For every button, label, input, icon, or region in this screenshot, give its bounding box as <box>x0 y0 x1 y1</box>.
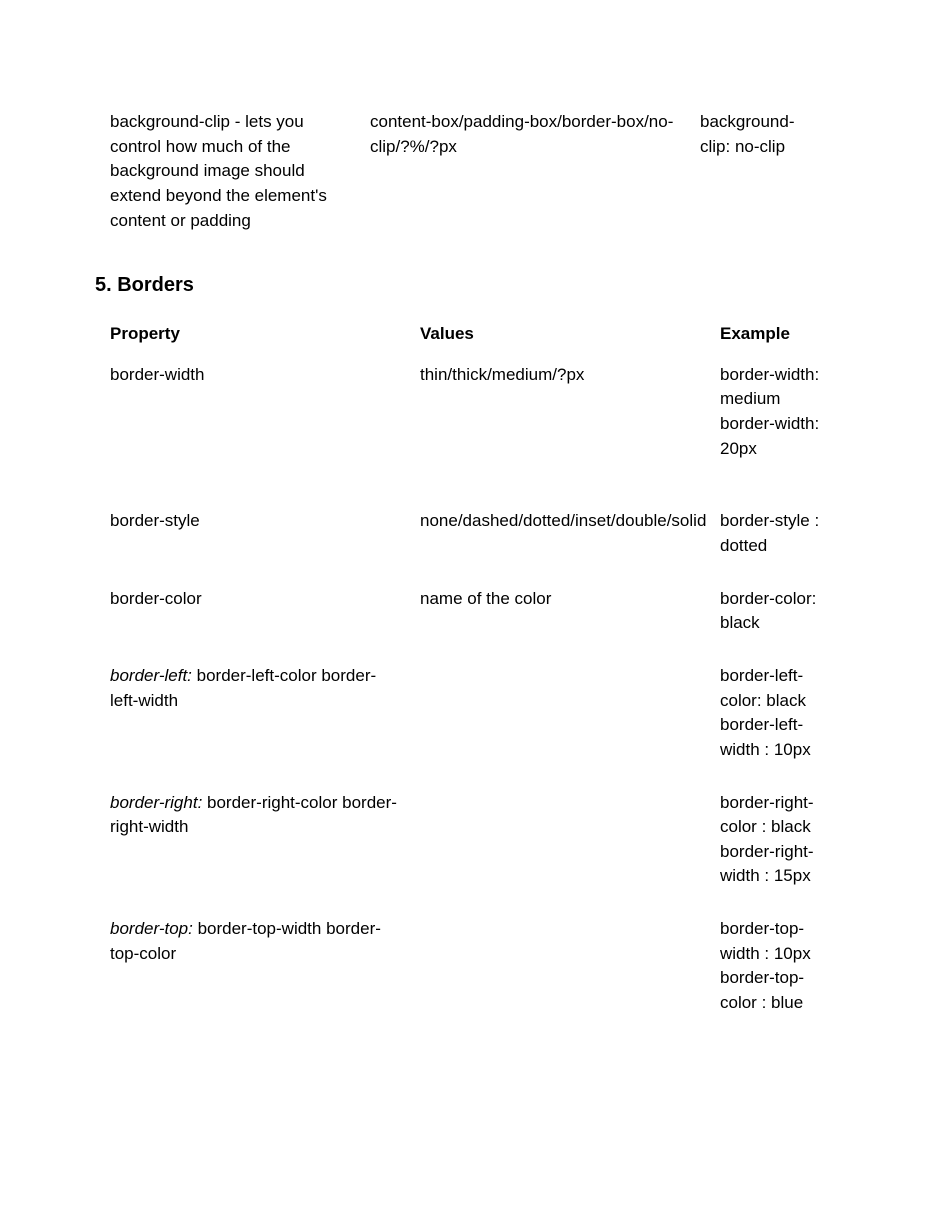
property-cell: border-top: border-top-width border-top-… <box>110 917 420 1016</box>
table-row: border-top: border-top-width border-top-… <box>110 917 840 1016</box>
property-cell: border-color <box>110 587 420 636</box>
top-property: background-clip - lets you control how m… <box>110 110 370 233</box>
property-italic-label: border-left: <box>110 666 192 685</box>
top-example: background-clip: no-clip <box>700 110 820 233</box>
values-cell: name of the color <box>420 587 720 636</box>
header-example: Example <box>720 322 820 347</box>
property-text: border-color <box>110 589 202 608</box>
property-text: border-style <box>110 511 200 530</box>
values-cell <box>420 917 720 1016</box>
property-italic-label: border-right: <box>110 793 202 812</box>
property-cell: border-left: border-left-color border-le… <box>110 664 420 763</box>
table-row: border-width thin/thick/medium/?pxborder-… <box>110 363 840 462</box>
background-clip-row: background-clip - lets you control how m… <box>110 110 840 233</box>
example-cell: border-style : dotted <box>720 509 820 558</box>
property-italic-label: border-top: <box>110 919 193 938</box>
top-values: content-box/padding-box/border-box/no-cl… <box>370 110 700 233</box>
property-cell: border-style <box>110 509 420 558</box>
example-cell: border-right-color : black border-right-… <box>720 791 820 890</box>
property-cell: border-right: border-right-color border-… <box>110 791 420 890</box>
values-cell: none/dashed/dotted/inset/double/solid <box>420 509 720 558</box>
table-row: border-left: border-left-color border-le… <box>110 664 840 763</box>
table-row: border-style none/dashed/dotted/inset/dou… <box>110 509 840 558</box>
example-cell: border-width: medium border-width: 20px <box>720 363 820 462</box>
table-row: border-right: border-right-color border-… <box>110 791 840 890</box>
section-heading-borders: 5. Borders <box>95 271 840 300</box>
header-property: Property <box>110 322 420 347</box>
property-cell: border-width <box>110 363 420 462</box>
example-cell: border-color: black <box>720 587 820 636</box>
borders-table: Property Values Example border-width thin… <box>110 322 840 1015</box>
table-row: border-color name of the colorborder-colo… <box>110 587 840 636</box>
example-cell: border-left-color: black border-left-wid… <box>720 664 820 763</box>
property-text: border-width <box>110 365 205 384</box>
values-cell <box>420 791 720 890</box>
header-values: Values <box>420 322 720 347</box>
values-cell <box>420 664 720 763</box>
example-cell: border-top-width : 10px border-top-color… <box>720 917 820 1016</box>
table-header-row: Property Values Example <box>110 322 840 347</box>
values-cell: thin/thick/medium/?px <box>420 363 720 462</box>
